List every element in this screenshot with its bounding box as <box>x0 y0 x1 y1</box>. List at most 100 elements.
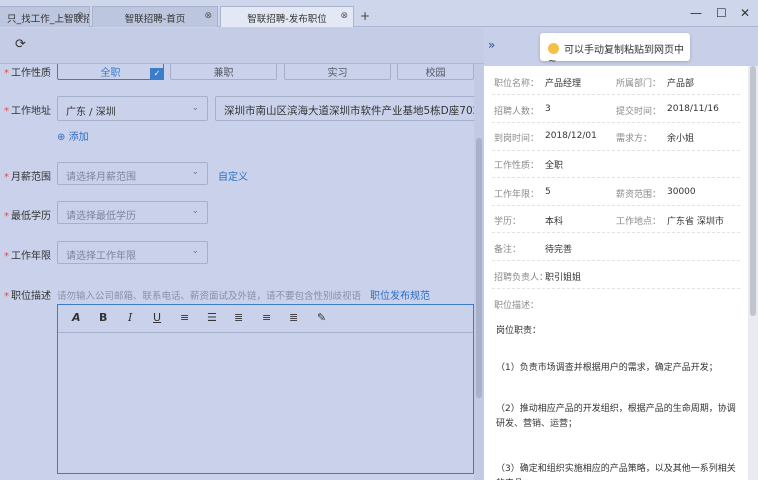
add-address-link[interactable]: ⊕ 添加 <box>57 128 89 143</box>
description-label: * 职位描述 <box>4 291 51 302</box>
panel-scrollbar[interactable] <box>748 66 758 480</box>
field-value: 余小姐 <box>667 134 695 144</box>
job-detail-panel: 职位名称： 产品经理 所属部门： 产品部 招聘人数： 3 提交时间： 2018/… <box>484 66 748 480</box>
plus-icon: ⊕ <box>57 132 66 143</box>
field-key: 工作地点： <box>616 217 662 227</box>
field-value: 待完善 <box>545 245 573 255</box>
chevron-down-icon: ⌄ <box>191 206 199 216</box>
field-value: 产品经理 <box>545 79 582 89</box>
chevron-down-icon: ⌄ <box>191 103 199 113</box>
divider <box>492 150 740 151</box>
ordered-list-icon[interactable]: ≡ <box>180 311 189 324</box>
tab-post-job[interactable]: 智联招聘-发布职位 ⊗ <box>220 6 354 27</box>
reload-icon[interactable]: ⟳ <box>15 37 26 52</box>
minimize-icon[interactable]: — <box>690 6 702 20</box>
tab-close-icon[interactable]: ⊗ <box>204 11 212 21</box>
align-center-icon[interactable]: ≡ <box>262 311 271 324</box>
chevron-down-icon: ⌄ <box>191 167 199 177</box>
description-hint: 请勿输入公司邮箱、联系电话、薪资面试及外链，请不要包含性别歧视语 <box>57 291 362 302</box>
duties-heading: 岗位职责： <box>496 326 542 336</box>
job-post-form: * 工作性质 全职 ✓ 兼职 实习 校园 * 工作地址 广东 / 深圳 ⌄ 深圳市南山区… <box>0 64 474 480</box>
eraser-icon[interactable]: ✎ <box>317 311 326 324</box>
field-value: 30000 <box>667 187 696 197</box>
divider <box>492 260 740 261</box>
editor-toolbar: A B I U ≡ ☰ ≣ ≡ ≣ ✎ <box>58 305 473 333</box>
bold-icon[interactable]: B <box>99 311 107 324</box>
field-key: 学历： <box>494 217 522 227</box>
smile-icon <box>548 43 559 54</box>
description-key: 职位描述： <box>494 301 540 311</box>
education-label: * 最低学历 <box>4 211 51 222</box>
divider <box>492 94 740 95</box>
job-nature-label: * 工作性质 <box>4 68 51 79</box>
new-tab-icon[interactable]: + <box>360 9 370 23</box>
field-value: 产品部 <box>667 79 695 89</box>
field-value: 5 <box>545 187 551 197</box>
field-key: 招聘负责人： <box>494 273 549 283</box>
duty-paragraph: （3）确定和组织实施相应的产品策略，以及其他一系列相关的产品 <box>496 464 736 480</box>
field-key: 职位名称： <box>494 79 540 89</box>
tab-label: 智联招聘-发布职位 <box>247 14 327 25</box>
field-key: 招聘人数： <box>494 107 540 117</box>
divider <box>492 122 740 123</box>
field-key: 提交时间： <box>616 107 662 117</box>
field-key: 工作年限： <box>494 190 540 200</box>
job-nature-option-intern[interactable]: 实习 <box>284 64 391 80</box>
job-nature-option-parttime[interactable]: 兼职 <box>170 64 277 80</box>
job-nature-option-campus[interactable]: 校园 <box>397 64 474 80</box>
tab-close-icon[interactable]: ⊗ <box>76 11 84 21</box>
field-value: 职引姐姐 <box>545 273 582 283</box>
field-value: 广东省 深圳市 <box>667 217 724 227</box>
experience-label: * 工作年限 <box>4 251 51 262</box>
font-icon[interactable]: A <box>72 311 81 324</box>
copy-toast: 可以手动复制粘贴到网页中~ <box>540 33 690 67</box>
tab-home[interactable]: 智联招聘-首页 ⊗ <box>92 6 218 27</box>
tab-label: 智联招聘-首页 <box>124 14 186 25</box>
duty-paragraph: （2）推动相应产品的开发组织，根据产品的生命周期，协调研发、营销、运营； <box>496 404 736 429</box>
field-value: 本科 <box>545 217 564 227</box>
city-select[interactable]: 广东 / 深圳 ⌄ <box>57 96 208 121</box>
field-value: 3 <box>545 104 551 114</box>
field-key: 工作性质： <box>494 161 540 171</box>
underline-icon[interactable]: U <box>153 311 161 324</box>
field-key: 备注： <box>494 245 522 255</box>
posting-rules-link[interactable]: 职位发布规范 <box>370 287 430 302</box>
salary-select[interactable]: 请选择月薪范围 ⌄ <box>57 162 208 185</box>
divider <box>492 205 740 206</box>
divider <box>492 232 740 233</box>
tab-find-job[interactable]: 只_找工作_上智联招... ⊗ <box>0 6 90 27</box>
browser-toolbar: ⟳ <box>0 28 484 64</box>
field-key: 所属部门： <box>616 79 662 89</box>
check-icon: ✓ <box>150 68 164 80</box>
job-nature-option-fulltime[interactable]: 全职 ✓ <box>57 64 164 80</box>
close-window-icon[interactable]: ✕ <box>740 6 750 20</box>
divider <box>492 288 740 289</box>
custom-salary-link[interactable]: 自定义 <box>218 168 248 183</box>
field-value: 全职 <box>545 161 564 171</box>
chevron-down-icon: ⌄ <box>191 246 199 256</box>
form-scrollbar[interactable] <box>474 64 484 480</box>
unordered-list-icon[interactable]: ☰ <box>207 311 217 324</box>
title-bar: 只_找工作_上智联招... ⊗ 智联招聘-首页 ⊗ 智联招聘-发布职位 ⊗ + … <box>0 0 758 27</box>
field-value: 2018/12/01 <box>545 131 597 141</box>
location-label: * 工作地址 <box>4 106 51 117</box>
scroll-thumb[interactable] <box>750 66 756 316</box>
experience-select[interactable]: 请选择工作年限 ⌄ <box>57 241 208 264</box>
field-value: 2018/11/16 <box>667 104 719 114</box>
field-key: 需求方： <box>616 134 653 144</box>
address-input[interactable]: 深圳市南山区滨海大道深圳市软件产业基地5栋D座702 <box>215 96 474 121</box>
align-left-icon[interactable]: ≣ <box>234 311 243 324</box>
duty-paragraph: （1）负责市场调查并根据用户的需求，确定产品开发； <box>496 363 718 373</box>
tab-close-icon[interactable]: ⊗ <box>340 11 348 21</box>
scroll-thumb[interactable] <box>476 138 482 398</box>
expand-panel-icon[interactable]: » <box>488 38 495 52</box>
divider <box>492 177 740 178</box>
description-editor[interactable]: A B I U ≡ ☰ ≣ ≡ ≣ ✎ <box>57 304 474 474</box>
field-key: 到岗时间： <box>494 134 540 144</box>
education-select[interactable]: 请选择最低学历 ⌄ <box>57 201 208 224</box>
maximize-icon[interactable]: ☐ <box>716 6 727 20</box>
field-key: 薪资范围： <box>616 190 662 200</box>
align-right-icon[interactable]: ≣ <box>289 311 298 324</box>
salary-label: * 月薪范围 <box>4 172 51 183</box>
italic-icon[interactable]: I <box>128 311 132 324</box>
